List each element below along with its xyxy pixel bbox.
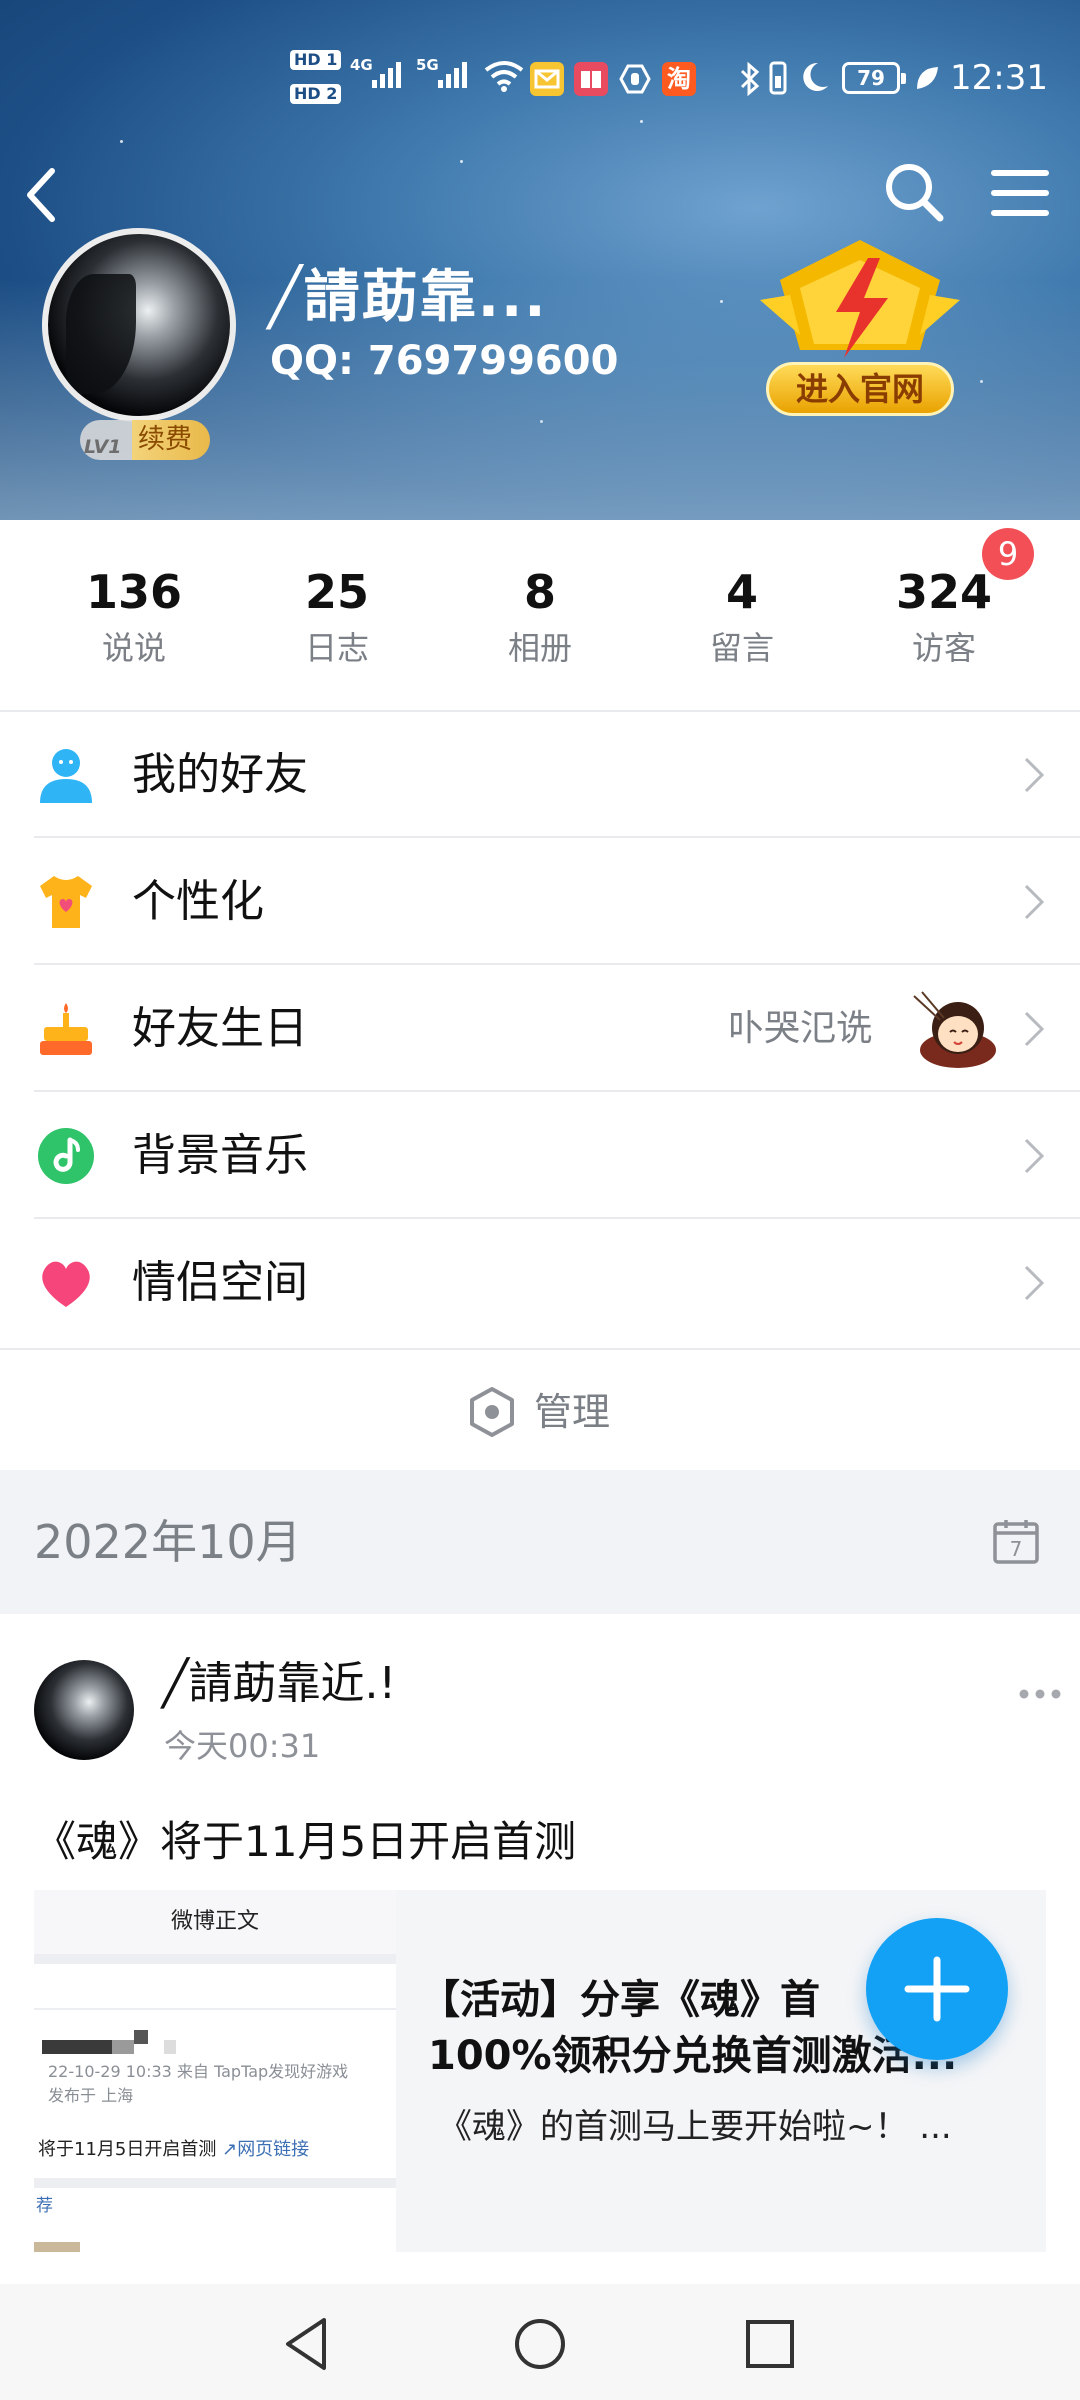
post-author-avatar[interactable] bbox=[34, 1660, 134, 1760]
clock: 12:31 bbox=[950, 58, 1048, 98]
cake-icon bbox=[40, 1003, 92, 1055]
menu-item-label: 好友生日 bbox=[132, 1003, 308, 1054]
stat-label: 日志 bbox=[304, 629, 369, 667]
post-author-name[interactable]: ╱請莇靠近.! bbox=[162, 1656, 396, 1712]
post-timestamp: 今天00:31 bbox=[164, 1727, 321, 1765]
stat-shuoshuo[interactable]: 136 说说 bbox=[44, 564, 224, 672]
music-icon bbox=[38, 1128, 94, 1184]
renew-label[interactable]: 续费 bbox=[138, 420, 192, 460]
visitor-count-badge: 9 bbox=[982, 528, 1034, 580]
system-navigation-bar bbox=[0, 2284, 1080, 2400]
chevron-right-icon bbox=[1024, 1138, 1045, 1174]
thumbnail-line-text: 将于11月5日开启首测 bbox=[38, 2139, 217, 2160]
shared-link-thumbnail: 微博正文 22-10-29 10:33 来自 TapTap发现好游戏 发布于 上… bbox=[34, 1890, 396, 2252]
stat-visitors[interactable]: 324 访客 bbox=[854, 564, 1034, 672]
stats-row: 136 说说 25 日志 8 相册 4 留言 324 访客 bbox=[0, 520, 1080, 710]
stat-value: 4 bbox=[725, 565, 758, 619]
menu-item-label: 情侣空间 bbox=[132, 1257, 308, 1308]
tshirt-icon bbox=[40, 876, 92, 928]
stat-value: 25 bbox=[304, 565, 369, 619]
vibrate-icon bbox=[769, 61, 787, 95]
thumbnail-link: ↗网页链接 bbox=[222, 2139, 310, 2160]
thumbnail-title: 微博正文 bbox=[34, 1890, 396, 1954]
more-options-icon[interactable] bbox=[1018, 1684, 1062, 1704]
chevron-right-icon bbox=[1024, 1011, 1045, 1047]
signal-icon-1 bbox=[372, 58, 401, 88]
stat-label: 访客 bbox=[911, 629, 976, 667]
month-label: 2022年10月 bbox=[34, 1515, 302, 1569]
network-type-2: 5G bbox=[416, 56, 439, 74]
battery-indicator: 79 bbox=[842, 62, 906, 94]
hd-indicator-2: HD 2 bbox=[290, 84, 342, 104]
stat-value: 8 bbox=[523, 565, 556, 619]
chevron-right-icon bbox=[1024, 757, 1045, 793]
stat-label: 相册 bbox=[507, 629, 572, 667]
wifi-icon bbox=[484, 61, 524, 92]
friend-avatar-cartoon bbox=[913, 991, 996, 1068]
moon-icon bbox=[803, 62, 828, 91]
leaf-icon bbox=[917, 67, 938, 89]
calendar-day: 7 bbox=[1010, 1537, 1023, 1561]
heart-icon bbox=[42, 1261, 90, 1307]
nav-home-icon[interactable] bbox=[508, 2312, 572, 2376]
signal-icon-2 bbox=[438, 58, 467, 88]
level-label: LV1 bbox=[84, 436, 122, 458]
stat-value: 136 bbox=[85, 565, 183, 619]
create-post-button[interactable] bbox=[866, 1918, 1008, 2060]
chevron-right-icon bbox=[1024, 884, 1045, 920]
birthday-friend-names: 卟哭氾诜 bbox=[728, 1008, 873, 1049]
nav-recents-icon[interactable] bbox=[738, 2312, 802, 2376]
search-icon[interactable] bbox=[882, 160, 946, 224]
stat-label: 说说 bbox=[101, 629, 166, 667]
stat-label: 留言 bbox=[709, 629, 774, 667]
official-site-button[interactable]: 进入官网 bbox=[760, 240, 960, 420]
stat-album[interactable]: 8 相册 bbox=[450, 564, 630, 672]
official-site-label: 进入官网 bbox=[766, 362, 954, 416]
taobao-app-icon: 淘 bbox=[662, 62, 696, 96]
thumbnail-link-label: 网页链接 bbox=[237, 2139, 310, 2160]
profile-avatar[interactable] bbox=[42, 228, 236, 422]
profile-nickname: ╱請莇靠... bbox=[268, 265, 548, 330]
menu-item-birthday[interactable]: 好友生日 卟哭氾诜 bbox=[0, 966, 1080, 1092]
qq-number: QQ: 769799600 bbox=[270, 338, 619, 384]
nav-back-icon[interactable] bbox=[276, 2312, 340, 2376]
menu-item-music[interactable]: 背景音乐 bbox=[0, 1093, 1080, 1219]
hd-indicator-1: HD 1 bbox=[290, 50, 342, 70]
menu-item-personalize[interactable]: 个性化 bbox=[0, 839, 1080, 965]
menu-item-label: 背景音乐 bbox=[132, 1130, 308, 1181]
stat-message[interactable]: 4 留言 bbox=[652, 564, 832, 672]
menu-item-friends[interactable]: 我的好友 bbox=[0, 712, 1080, 838]
back-icon[interactable] bbox=[22, 165, 62, 225]
manage-button[interactable]: 管理 bbox=[0, 1348, 1080, 1470]
plus-icon bbox=[904, 1956, 970, 2022]
friends-icon bbox=[40, 749, 92, 803]
thumbnail-meta: 发布于 上海 bbox=[48, 2086, 134, 2105]
chevron-right-icon bbox=[1024, 1265, 1045, 1301]
status-bar: HD 1 HD 2 4G 5G 淘 79 12:31 bbox=[0, 48, 1080, 108]
calendar-icon[interactable]: 7 bbox=[992, 1518, 1040, 1566]
menu-icon[interactable] bbox=[990, 165, 1050, 221]
bluetooth-icon bbox=[740, 62, 760, 96]
mail-app-icon bbox=[530, 62, 564, 96]
thumbnail-text: 将于11月5日开启首测 ↗网页链接 bbox=[38, 2136, 309, 2164]
thumbnail-rec: 荐 bbox=[36, 2196, 53, 2216]
lightning-crown-icon bbox=[760, 240, 960, 358]
reader-app-icon bbox=[574, 62, 608, 96]
shared-link-description: 《魂》的首测马上要开始啦~！ ... bbox=[438, 2107, 952, 2147]
thumbnail-meta: 22-10-29 10:33 来自 TapTap发现好游戏 bbox=[48, 2062, 349, 2081]
hand-app-icon bbox=[618, 62, 652, 96]
network-type-1: 4G bbox=[350, 56, 373, 74]
month-section-header: 2022年10月 7 bbox=[0, 1470, 1080, 1614]
menu-item-label: 我的好友 bbox=[132, 749, 308, 800]
stat-blog[interactable]: 25 日志 bbox=[247, 564, 427, 672]
manage-label: 管理 bbox=[534, 1390, 611, 1434]
menu-item-couple-space[interactable]: 情侣空间 bbox=[0, 1220, 1080, 1346]
settings-hexagon-icon bbox=[470, 1387, 514, 1437]
post-text: 《魂》将于11月5日开启首测 bbox=[34, 1817, 577, 1866]
menu-item-label: 个性化 bbox=[132, 876, 264, 927]
